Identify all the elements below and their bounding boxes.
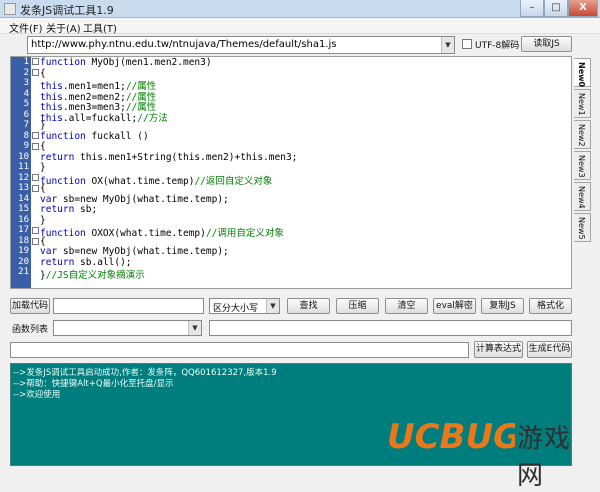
code-line: function OXOX(what.time.temp)//调用自定义对象 bbox=[40, 228, 284, 239]
log-line: -->欢迎使用 bbox=[13, 390, 61, 400]
utf8-label: UTF-8解码 bbox=[475, 41, 520, 51]
load-code-button[interactable]: 加载代码 bbox=[10, 298, 50, 314]
menu-tools[interactable]: 工具(T) bbox=[83, 20, 117, 35]
find-button[interactable]: 查找 bbox=[287, 298, 330, 314]
read-js-button[interactable]: 读取JS bbox=[521, 36, 572, 52]
menu-bar: 文件(F) 关于(A) 工具(T) bbox=[0, 18, 600, 35]
line-number: 12 bbox=[18, 172, 29, 183]
fold-toggle-icon[interactable] bbox=[32, 58, 39, 65]
fold-toggle-icon[interactable] bbox=[32, 174, 39, 181]
calc-expression-button[interactable]: 计算表达式 bbox=[474, 341, 523, 358]
line-number: 3 bbox=[23, 78, 29, 88]
code-line: { bbox=[40, 141, 46, 152]
code-line: } bbox=[40, 214, 46, 226]
chevron-down-icon[interactable]: ▼ bbox=[441, 37, 454, 53]
menu-file[interactable]: 文件(F) bbox=[9, 20, 43, 35]
fold-toggle-icon[interactable] bbox=[32, 132, 39, 139]
title-bar: 发条JS调试工具1.9 – □ X bbox=[0, 0, 600, 18]
ucbug-logo-text: UCBUG bbox=[387, 417, 515, 457]
app-icon bbox=[4, 3, 16, 15]
line-number: 14 bbox=[18, 193, 29, 204]
line-number: 21 bbox=[18, 267, 29, 277]
tab-new1[interactable]: New1 bbox=[574, 89, 591, 118]
code-line: }//JS自定义对象摘演示 bbox=[40, 270, 145, 281]
tab-new3[interactable]: New3 bbox=[574, 151, 591, 180]
code-line: return sb.all(); bbox=[40, 256, 132, 268]
watermark: UCBUG 游戏网 bbox=[385, 410, 595, 491]
window-title: 发条JS调试工具1.9 bbox=[20, 4, 114, 17]
maximize-button[interactable]: □ bbox=[544, 0, 568, 17]
line-number: 4 bbox=[23, 88, 29, 99]
case-sensitivity-value: 区分大小写 bbox=[213, 304, 259, 314]
load-code-input[interactable] bbox=[53, 298, 204, 314]
tab-new0[interactable]: New0 bbox=[574, 58, 591, 87]
line-number: 6 bbox=[23, 109, 29, 120]
fold-toggle-icon[interactable] bbox=[32, 69, 39, 76]
line-number-gutter: 1 2 3 4 5 6 7 8 9 10 11 12 13 14 15 16 1… bbox=[11, 57, 31, 288]
line-number: 8 bbox=[23, 130, 29, 141]
case-sensitivity-select[interactable]: 区分大小写 ▼ bbox=[209, 298, 280, 314]
line-number: 19 bbox=[18, 246, 29, 256]
code-editor[interactable]: 1 2 3 4 5 6 7 8 9 10 11 12 13 14 15 16 1… bbox=[10, 56, 572, 289]
line-number: 10 bbox=[18, 151, 29, 162]
line-number: 15 bbox=[18, 204, 29, 214]
fold-column bbox=[31, 57, 40, 288]
line-number: 11 bbox=[18, 162, 29, 172]
line-number: 2 bbox=[23, 67, 29, 78]
tab-new2[interactable]: New2 bbox=[574, 120, 591, 149]
line-number: 17 bbox=[18, 225, 29, 235]
fold-toggle-icon[interactable] bbox=[32, 227, 39, 234]
code-line: return sb; bbox=[40, 204, 98, 215]
utf8-checkbox[interactable] bbox=[462, 39, 472, 49]
line-number: 5 bbox=[23, 99, 29, 109]
code-line: function fuckall () bbox=[40, 130, 149, 142]
fold-toggle-icon[interactable] bbox=[32, 143, 39, 150]
menu-about[interactable]: 关于(A) bbox=[46, 20, 81, 35]
function-list-select[interactable]: ▼ bbox=[53, 320, 202, 336]
line-number: 16 bbox=[18, 214, 29, 225]
ucbug-logo: UCBUG bbox=[387, 417, 515, 457]
line-number: 13 bbox=[18, 183, 29, 193]
code-line: } bbox=[40, 162, 46, 173]
code-line: var sb=new MyObj(what.time.temp); bbox=[40, 193, 229, 205]
chevron-down-icon[interactable]: ▼ bbox=[266, 299, 279, 313]
line-number: 1 bbox=[23, 57, 29, 67]
tab-new4[interactable]: New4 bbox=[574, 182, 591, 211]
url-value: http://www.phy.ntnu.edu.tw/ntnujava/Them… bbox=[31, 39, 337, 50]
code-line: } bbox=[40, 120, 46, 131]
function-search-input[interactable] bbox=[209, 320, 572, 336]
format-button[interactable]: 格式化 bbox=[529, 298, 572, 314]
code-line: return this.men1+String(this.men2)+this.… bbox=[40, 151, 298, 163]
clear-button[interactable]: 清空 bbox=[385, 298, 428, 314]
code-line: var sb=new MyObj(what.time.temp); bbox=[40, 246, 229, 257]
url-combo[interactable]: http://www.phy.ntnu.edu.tw/ntnujava/Them… bbox=[27, 36, 455, 54]
watermark-cn-text: 游戏网 bbox=[517, 424, 572, 491]
fold-toggle-icon[interactable] bbox=[32, 185, 39, 192]
code-line: function OX(what.time.temp)//返回自定义对象 bbox=[40, 175, 273, 187]
copy-js-button[interactable]: 复制JS bbox=[481, 298, 524, 314]
code-line: function MyObj(men1.men2.men3) bbox=[40, 57, 212, 68]
minimize-button[interactable]: – bbox=[520, 0, 544, 17]
code-line: { bbox=[40, 183, 46, 194]
eval-decode-button[interactable]: eval解密 bbox=[433, 298, 476, 314]
close-button[interactable]: X bbox=[568, 0, 598, 17]
code-line: this.all=fuckall;//方法 bbox=[40, 112, 168, 124]
fold-toggle-icon[interactable] bbox=[32, 238, 39, 245]
line-number: 7 bbox=[23, 120, 29, 130]
compress-button[interactable]: 压缩 bbox=[336, 298, 379, 314]
tab-new5[interactable]: New5 bbox=[574, 213, 591, 242]
line-number: 20 bbox=[18, 256, 29, 267]
gen-e-code-button[interactable]: 生成E代码 bbox=[527, 341, 572, 358]
function-list-label: 函数列表 bbox=[12, 325, 49, 335]
code-line: { bbox=[40, 235, 46, 247]
line-number: 9 bbox=[23, 141, 29, 151]
expression-input[interactable] bbox=[10, 342, 469, 358]
chevron-down-icon[interactable]: ▼ bbox=[188, 321, 201, 335]
code-line: { bbox=[40, 67, 46, 79]
line-number: 18 bbox=[18, 235, 29, 246]
